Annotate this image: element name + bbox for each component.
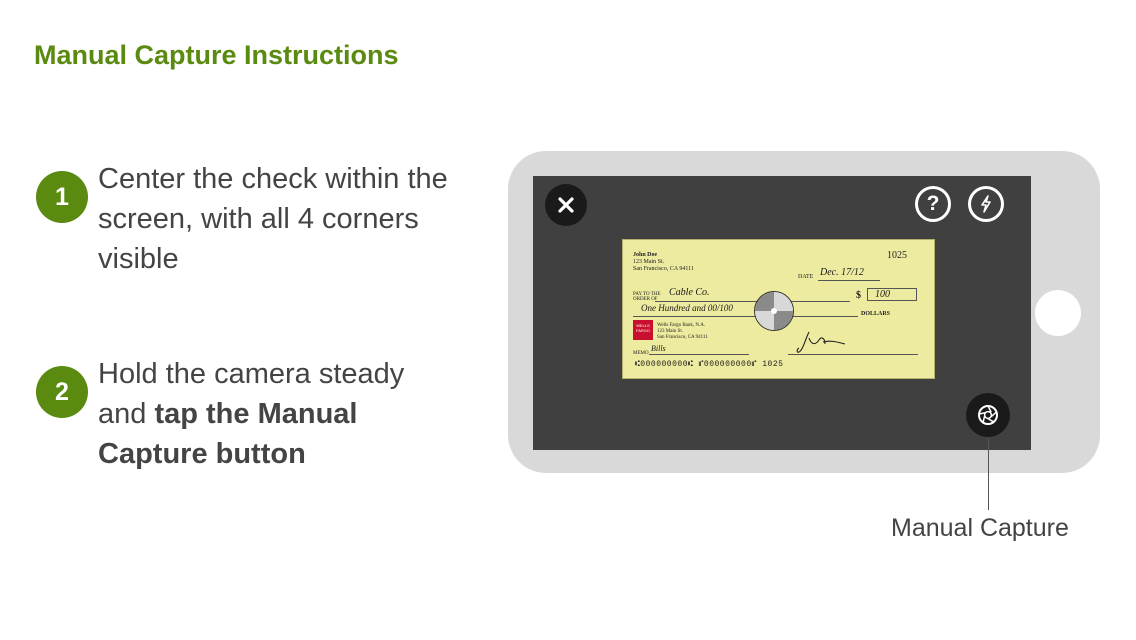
check-memo-value: Bills [651, 344, 666, 353]
manual-capture-callout-label: Manual Capture [891, 514, 1069, 542]
check-written-amount: One Hundred and 00/100 [641, 303, 733, 313]
shutter-icon [978, 405, 998, 425]
check-payer-address: 123 Main St. [633, 259, 665, 265]
check-dollar-sign: $ [856, 290, 861, 301]
step-text: Center the check within the screen, with… [98, 163, 448, 275]
flash-button[interactable] [968, 186, 1004, 222]
check-date-value: Dec. 17/12 [820, 267, 864, 278]
check-image: John Doe 123 Main St. San Francisco, CA … [622, 239, 935, 379]
check-micr-line: ⑆000000000⑆ ⑈000000000⑈ 1025 [635, 360, 784, 369]
step-number-badge: 2 [36, 366, 88, 418]
signature-mark [796, 331, 846, 353]
manual-capture-button[interactable] [966, 393, 1010, 437]
close-icon [558, 197, 574, 213]
check-payer-name: John Doe [633, 252, 658, 258]
page-title: Manual Capture Instructions [34, 40, 399, 70]
step-number-badge: 1 [36, 171, 88, 223]
check-date-label: DATE [798, 274, 814, 280]
check-memo-label: MEMO [633, 351, 649, 356]
check-number: 1025 [887, 250, 907, 261]
focus-reticle [754, 291, 794, 331]
close-button[interactable] [545, 184, 587, 226]
step-text: Hold the camera steady and tap the Manua… [98, 354, 458, 474]
callout-line [988, 438, 989, 510]
phone-illustration: ? John Doe 123 Main St. San Francisco, C… [508, 151, 1100, 473]
check-payer-city: San Francisco, CA 94111 [633, 266, 694, 272]
home-button [1035, 290, 1081, 336]
flash-icon [981, 195, 991, 213]
question-mark-icon: ? [926, 192, 940, 215]
check-payee: Cable Co. [669, 287, 710, 298]
check-bank-city: San Francisco, CA 94111 [657, 335, 708, 340]
bank-logo: WELLS FARGO [633, 320, 653, 340]
check-dollars-label: DOLLARS [861, 311, 891, 317]
camera-screen: ? John Doe 123 Main St. San Francisco, C… [533, 176, 1031, 450]
help-button[interactable]: ? [915, 186, 951, 222]
check-order-of-label: ORDER OF [633, 297, 658, 302]
